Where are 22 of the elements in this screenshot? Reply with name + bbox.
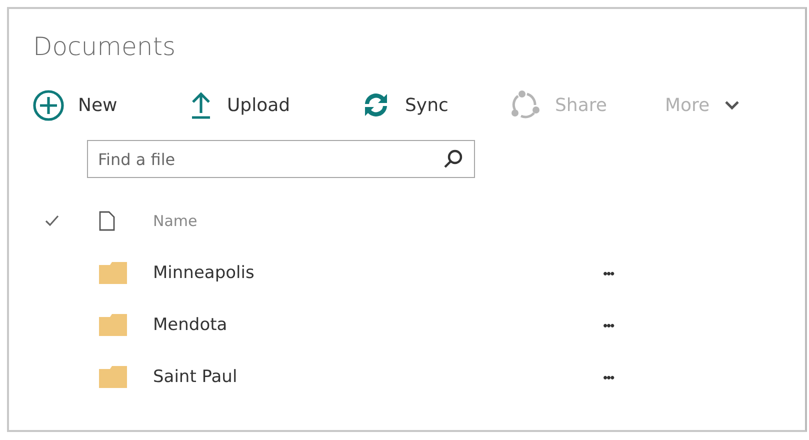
folder-name[interactable]: Mendota (153, 315, 603, 335)
upload-button[interactable]: Upload (189, 91, 361, 119)
more-actions-button[interactable]: ••• (603, 318, 614, 332)
column-header[interactable]: Name (153, 212, 198, 230)
search-field[interactable]: Find a file (87, 140, 475, 178)
folder-icon (99, 366, 127, 388)
new-button[interactable]: New (33, 90, 189, 120)
folder-name[interactable]: Saint Paul (153, 367, 603, 387)
upload-icon (189, 91, 213, 119)
sync-button[interactable]: Sync (361, 90, 509, 120)
search-icon (443, 149, 463, 169)
folder-icon (99, 314, 127, 336)
check-icon[interactable] (45, 215, 59, 227)
panel-title: Documents (33, 31, 177, 63)
chevron-down-icon (724, 100, 740, 110)
folder-name[interactable]: Minneapolis (153, 263, 603, 283)
document-icon (99, 211, 115, 231)
folder-icon (99, 262, 127, 284)
share-icon (509, 90, 541, 120)
more-actions-button[interactable]: ••• (603, 266, 614, 280)
add-icon (33, 90, 64, 120)
more-actions-button[interactable]: ••• (603, 370, 614, 384)
